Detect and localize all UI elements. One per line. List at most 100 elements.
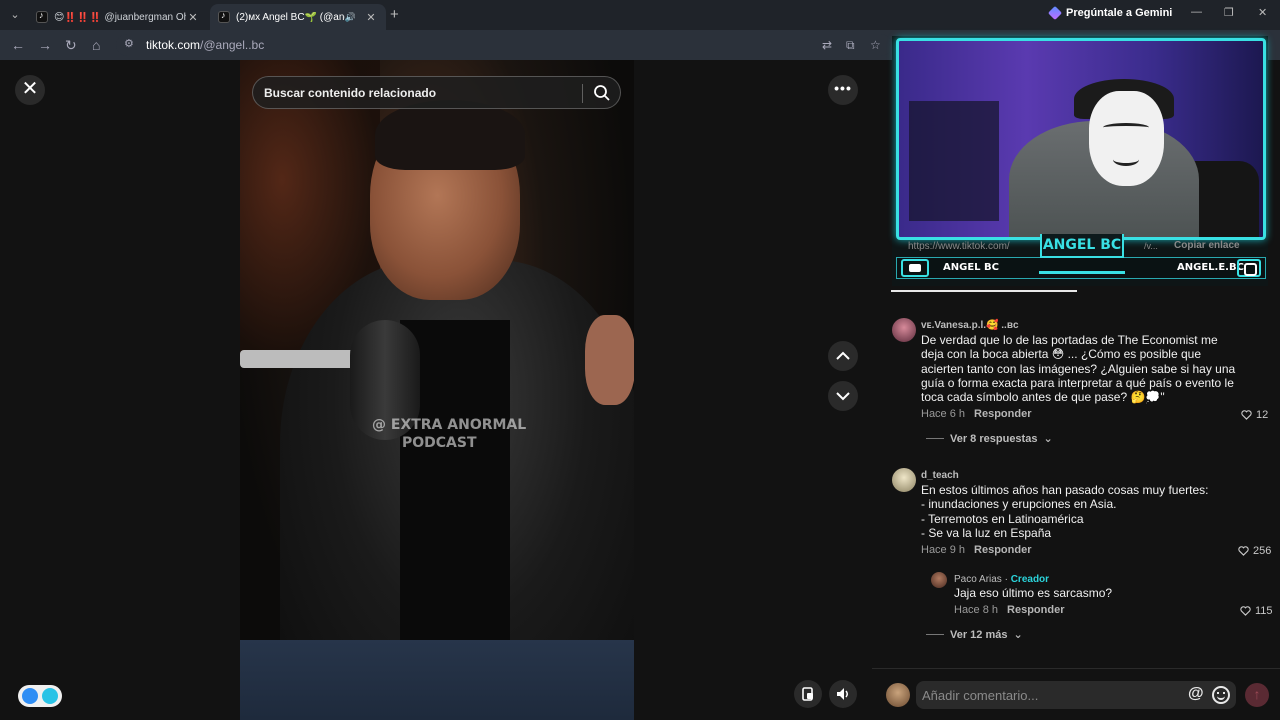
reply-text: Jaja eso último es sarcasmo? bbox=[954, 586, 1113, 600]
comments-panel: ᴠᴇ.Vanesa.p.l.🥰 ..ʙᴄ De verdad que lo de… bbox=[872, 300, 1280, 668]
back-arrow-icon[interactable]: ← bbox=[11, 37, 25, 53]
volume-button[interactable] bbox=[829, 680, 857, 708]
send-button[interactable]: ↑ bbox=[1245, 683, 1269, 707]
related-search-box bbox=[252, 76, 621, 109]
tab-close-icon[interactable]: ✕ bbox=[186, 11, 200, 24]
like-button[interactable]: 256 bbox=[1238, 545, 1271, 557]
youtube-icon bbox=[901, 259, 929, 277]
video-person-hand bbox=[585, 315, 634, 405]
close-video-button[interactable]: ✕ bbox=[15, 75, 45, 105]
comment-username[interactable]: d_teach bbox=[921, 470, 959, 481]
url-text[interactable]: tiktok.com/@angel..bc bbox=[146, 38, 264, 52]
mention-icon[interactable]: @ bbox=[1188, 685, 1204, 703]
mic-arm bbox=[240, 350, 360, 368]
comment-meta: Hace 9 h Responder bbox=[921, 544, 1032, 556]
heart-icon bbox=[1240, 606, 1251, 616]
avatar[interactable] bbox=[931, 572, 947, 588]
related-search-input[interactable] bbox=[264, 84, 574, 102]
comment-meta: Hace 6 h Responder bbox=[921, 408, 1032, 420]
floating-player-button[interactable] bbox=[794, 680, 822, 708]
video-person-jeans bbox=[240, 640, 634, 720]
streamer-name: ANGEL BC bbox=[1040, 234, 1124, 258]
comment-input[interactable] bbox=[922, 687, 1172, 703]
video-player[interactable]: @ EXTRA ANORMAL PODCAST bbox=[240, 60, 634, 720]
comment-time: Hace 9 h bbox=[921, 544, 966, 556]
ghost-mid-text: /v... bbox=[1144, 241, 1158, 251]
tab-close-icon[interactable]: ✕ bbox=[364, 11, 378, 24]
search-icon[interactable] bbox=[593, 84, 611, 102]
watermark-line2: PODCAST bbox=[402, 435, 477, 451]
reply-time: Hace 8 h bbox=[954, 604, 999, 616]
instagram-icon bbox=[1237, 259, 1261, 277]
speaker-icon[interactable]: 🔊 bbox=[345, 12, 356, 23]
reply-username[interactable]: Paco Arias · Creador bbox=[954, 574, 1049, 585]
minimize-icon[interactable]: — bbox=[1191, 6, 1202, 18]
more-options-button[interactable]: ••• bbox=[828, 75, 858, 105]
reply-meta: Hace 8 h Responder bbox=[954, 604, 1065, 616]
next-video-button[interactable] bbox=[828, 381, 858, 411]
view-replies-button[interactable]: Ver 8 respuestas ⌄ bbox=[926, 432, 1053, 445]
video-watermark: @ EXTRA ANORMAL PODCAST bbox=[372, 416, 526, 452]
chevron-up-icon bbox=[836, 351, 850, 360]
reload-icon[interactable]: ↻ bbox=[65, 37, 77, 54]
tab-title: (2)мx Angel BC🌱 (@angel bbox=[236, 11, 345, 23]
emoji-icon[interactable] bbox=[1212, 686, 1230, 704]
reply-button[interactable]: Responder bbox=[974, 544, 1031, 556]
avatar[interactable] bbox=[892, 468, 916, 492]
avatar[interactable] bbox=[892, 318, 916, 342]
comment-username[interactable]: ᴠᴇ.Vanesa.p.l.🥰 ..ʙᴄ bbox=[921, 320, 1019, 331]
new-tab-button[interactable]: + bbox=[390, 6, 399, 23]
tab-search-chevron-icon[interactable]: ⌄ bbox=[6, 6, 24, 24]
url-path: /@angel..bc bbox=[200, 38, 265, 52]
gemini-button[interactable]: Pregúntale a Gemini bbox=[1047, 5, 1173, 21]
video-person-hair bbox=[375, 100, 525, 170]
webcam-social-bar: ANGEL BC ANGEL.E.BC bbox=[896, 257, 1266, 279]
previous-video-button[interactable] bbox=[828, 341, 858, 371]
power-icon bbox=[42, 688, 58, 704]
reply-button[interactable]: Responder bbox=[1007, 604, 1064, 616]
extension-widget[interactable] bbox=[18, 685, 62, 707]
like-count: 12 bbox=[1256, 409, 1269, 421]
restore-icon[interactable]: ❐ bbox=[1224, 6, 1234, 19]
gemini-label: Pregúntale a Gemini bbox=[1066, 7, 1173, 19]
watermark-line1: @ EXTRA ANORMAL bbox=[372, 417, 527, 433]
tab-angel-bc[interactable]: (2)мx Angel BC🌱 (@angel 🔊 ✕ bbox=[210, 4, 386, 30]
ghost-url-text: https://www.tiktok.com/ bbox=[908, 241, 1010, 252]
view-more-replies-button[interactable]: Ver 12 más ⌄ bbox=[926, 628, 1023, 641]
chevron-down-icon: ⌄ bbox=[1013, 629, 1023, 641]
tab-underline bbox=[891, 290, 1077, 292]
view-more-label: Ver 12 más bbox=[950, 628, 1008, 641]
volume-icon bbox=[837, 688, 848, 700]
like-count: 115 bbox=[1255, 605, 1273, 617]
like-button[interactable]: 115 bbox=[1240, 605, 1273, 617]
url-host: tiktok.com bbox=[146, 38, 201, 52]
browser-tab-bar: ⌄ 😊‼️‼️‼️ @juanbergman Oh ✕ (2)мx Angel … bbox=[0, 0, 1280, 30]
ghost-copy-link: Copiar enlace bbox=[1174, 240, 1240, 251]
heart-icon bbox=[1238, 546, 1249, 556]
instagram-handle: ANGEL.E.BC bbox=[1177, 262, 1244, 273]
youtube-handle: ANGEL BC bbox=[943, 262, 999, 273]
like-count: 256 bbox=[1253, 545, 1272, 557]
window-close-icon[interactable]: ✕ bbox=[1258, 6, 1267, 19]
extension-left-icon bbox=[22, 688, 38, 704]
webcam-feed bbox=[896, 38, 1266, 240]
miniplayer-icon bbox=[802, 687, 813, 701]
view-replies-label: Ver 8 respuestas bbox=[950, 432, 1038, 445]
reply-button[interactable]: Responder bbox=[974, 408, 1031, 420]
bookmark-star-icon[interactable]: ☆ bbox=[870, 38, 881, 52]
like-button[interactable]: 12 bbox=[1241, 409, 1268, 421]
tiktok-favicon-icon bbox=[36, 10, 48, 23]
install-app-icon[interactable]: ⧉ bbox=[846, 38, 855, 53]
site-settings-icon[interactable]: ⚙ bbox=[124, 37, 134, 50]
tab-title: 😊‼️‼️‼️ @juanbergman Oh bbox=[54, 11, 186, 23]
gemini-sparkle-icon bbox=[1047, 5, 1063, 21]
forward-arrow-icon[interactable]: → bbox=[38, 37, 52, 53]
chevron-down-icon bbox=[836, 392, 850, 401]
tab-juanbergman[interactable]: 😊‼️‼️‼️ @juanbergman Oh ✕ bbox=[28, 4, 208, 30]
search-divider bbox=[582, 84, 583, 103]
comment-text: De verdad que lo de las portadas de The … bbox=[921, 333, 1236, 405]
translate-icon[interactable]: ⇄ bbox=[822, 38, 832, 52]
home-icon[interactable]: ⌂ bbox=[92, 37, 100, 53]
comment-text: En estos últimos años han pasado cosas m… bbox=[921, 483, 1209, 540]
tiktok-favicon-icon bbox=[218, 10, 230, 23]
